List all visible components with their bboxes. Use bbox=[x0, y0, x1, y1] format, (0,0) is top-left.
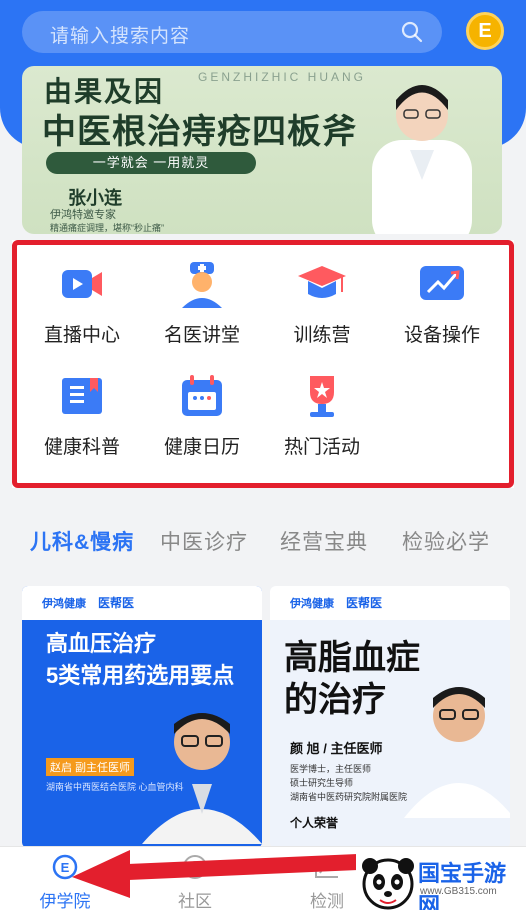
tab-lab-tests[interactable]: 检验必学 bbox=[402, 526, 490, 556]
card-doctor-credential: 医学博士，主任医师 bbox=[290, 764, 372, 774]
nav-community[interactable]: 社区 bbox=[150, 853, 240, 910]
card-header: 伊鸿健康 医帮医 bbox=[270, 586, 510, 620]
nav-label: 伊学院 bbox=[39, 892, 91, 910]
academy-e-icon: E bbox=[52, 854, 78, 880]
card-doctor-name: 颜 旭 / 主任医师 bbox=[290, 741, 383, 756]
category-tabs: 儿科&慢病 中医诊疗 经营宝典 检验必学 bbox=[0, 520, 526, 560]
banner-speaker-role: 伊鸿特邀专家 bbox=[50, 209, 116, 221]
svg-text:E: E bbox=[61, 860, 70, 875]
graduation-cap-icon bbox=[298, 266, 346, 298]
service-grid: 直播中心 名医讲堂 训练营 设备操作 健康科普 健康日历 热门活动 bbox=[12, 240, 514, 488]
watermark-name: 国宝手游网 bbox=[418, 861, 507, 910]
course-card[interactable]: 伊鸿健康 医帮医 高血压治疗 5类常用药选用要点 赵启 副主任医师 湖南省中西医… bbox=[22, 586, 262, 848]
service-label: 健康科普 bbox=[43, 437, 120, 458]
doctor-icon bbox=[182, 262, 222, 308]
trend-chart-icon bbox=[420, 266, 464, 300]
watermark: 国宝手游网 www.GB315.com bbox=[356, 852, 526, 910]
card-title-line2: 的治疗 bbox=[284, 681, 386, 719]
banner-title-line2: 中医根治痔疮四板斧 bbox=[42, 113, 357, 151]
card-doctor-name: 赵启 副主任医师 bbox=[46, 758, 135, 776]
service-label: 热门活动 bbox=[283, 437, 360, 458]
watermark-url: www.GB315.com bbox=[420, 886, 497, 897]
card-doctor-credential: 硕士研究生导师 bbox=[290, 778, 354, 788]
card-brand: 伊鸿健康 bbox=[290, 598, 334, 610]
chart-icon bbox=[315, 857, 338, 878]
service-training-camp[interactable]: 训练营 bbox=[262, 258, 382, 358]
live-video-icon bbox=[62, 270, 102, 298]
search-placeholder: 请输入搜索内容 bbox=[50, 26, 191, 47]
service-label: 设备操作 bbox=[403, 325, 480, 346]
promo-banner[interactable]: GENZHIZHIC HUANG 由果及因 中医根治痔疮四板斧 一学就会 一用就… bbox=[22, 66, 502, 234]
card-brand-secondary: 医帮医 bbox=[346, 596, 383, 610]
card-honor-heading: 个人荣誉 bbox=[290, 816, 339, 830]
service-health-science[interactable]: 健康科普 bbox=[22, 370, 142, 470]
tab-pediatrics-chronic[interactable]: 儿科&慢病 bbox=[30, 526, 134, 556]
service-label: 直播中心 bbox=[43, 325, 120, 346]
nav-academy[interactable]: E 伊学院 bbox=[20, 853, 110, 910]
card-header: 伊鸿健康 医帮医 bbox=[22, 586, 262, 620]
tab-business-guide[interactable]: 经营宝典 bbox=[280, 526, 368, 556]
service-famous-doctor-lecture[interactable]: 名医讲堂 bbox=[142, 258, 262, 358]
doctor-portrait-icon bbox=[404, 687, 510, 818]
service-hot-events[interactable]: 热门活动 bbox=[262, 370, 382, 470]
service-device-operation[interactable]: 设备操作 bbox=[382, 258, 502, 358]
tab-tcm-diagnosis[interactable]: 中医诊疗 bbox=[160, 526, 248, 556]
banner-speaker-note: 精通痛症调理，堪称“秒止痛” bbox=[50, 223, 164, 233]
banner-pinyin: GENZHIZHIC HUANG bbox=[198, 70, 366, 84]
service-label: 名医讲堂 bbox=[163, 325, 240, 346]
card-title-line1: 高血压治疗 bbox=[46, 631, 157, 656]
service-health-calendar[interactable]: 健康日历 bbox=[142, 370, 262, 470]
calendar-icon bbox=[182, 375, 222, 416]
card-brand-secondary: 医帮医 bbox=[98, 596, 135, 610]
service-live-center[interactable]: 直播中心 bbox=[22, 258, 142, 358]
card-brand: 伊鸿健康 bbox=[42, 598, 86, 610]
book-icon bbox=[62, 378, 102, 414]
card-doctor-credential: 湖南省中医药研究院附属医院 bbox=[290, 792, 408, 802]
search-icon[interactable] bbox=[400, 20, 424, 44]
community-icon bbox=[183, 855, 207, 879]
doctor-portrait-icon bbox=[142, 713, 262, 844]
nav-label: 社区 bbox=[178, 892, 212, 910]
coin-letter: E bbox=[478, 19, 492, 42]
card-title-line2: 5类常用药选用要点 bbox=[46, 663, 235, 688]
coin-icon[interactable]: E bbox=[466, 12, 504, 50]
service-label: 健康日历 bbox=[163, 437, 240, 458]
panda-logo-icon bbox=[362, 858, 414, 910]
course-card[interactable]: 伊鸿健康 医帮医 高脂血症 的治疗 颜 旭 / 主任医师 医学博士，主任医师 硕… bbox=[270, 586, 510, 848]
search-input[interactable]: 请输入搜索内容 bbox=[22, 11, 442, 53]
doctor-portrait-icon bbox=[372, 85, 472, 234]
banner-pill: 一学就会 一用就灵 bbox=[46, 152, 256, 174]
service-label: 训练营 bbox=[293, 325, 351, 346]
trophy-icon bbox=[310, 376, 334, 417]
